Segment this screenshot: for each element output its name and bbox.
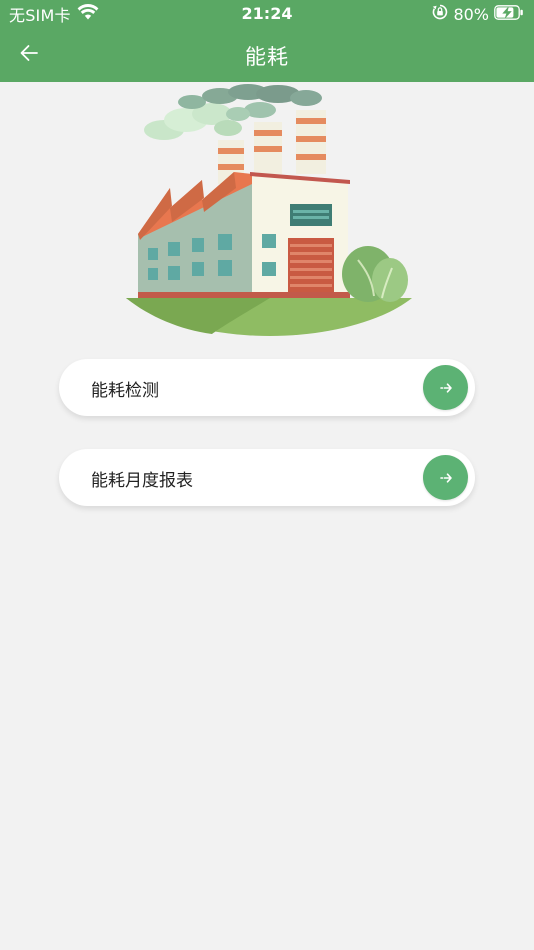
smoke-cloud [144,84,322,140]
page-title: 能耗 [245,45,289,69]
screen: 无SIM卡 21:24 80% 能耗 能耗检测 能耗月度报表 [0,0,534,950]
status-bar: 无SIM卡 21:24 80% [0,0,534,28]
menu-item-monthly-report[interactable]: 能耗月度报表 [59,449,475,506]
battery-percent: 80% [453,4,489,24]
app-header: 无SIM卡 21:24 80% 能耗 [0,0,534,82]
orientation-lock-icon [432,4,448,24]
arrow-right-icon[interactable] [423,455,468,500]
menu-item-label: 能耗月度报表 [91,471,193,491]
nav-bar: 能耗 [0,28,534,82]
menu-item-energy-monitoring[interactable]: 能耗检测 [59,359,475,416]
battery-charging-icon [494,4,524,24]
factory-illustration [120,84,416,340]
menu-item-label: 能耗检测 [91,381,159,401]
arrow-right-icon[interactable] [423,365,468,410]
status-right: 80% [432,4,524,24]
bush [342,246,408,302]
